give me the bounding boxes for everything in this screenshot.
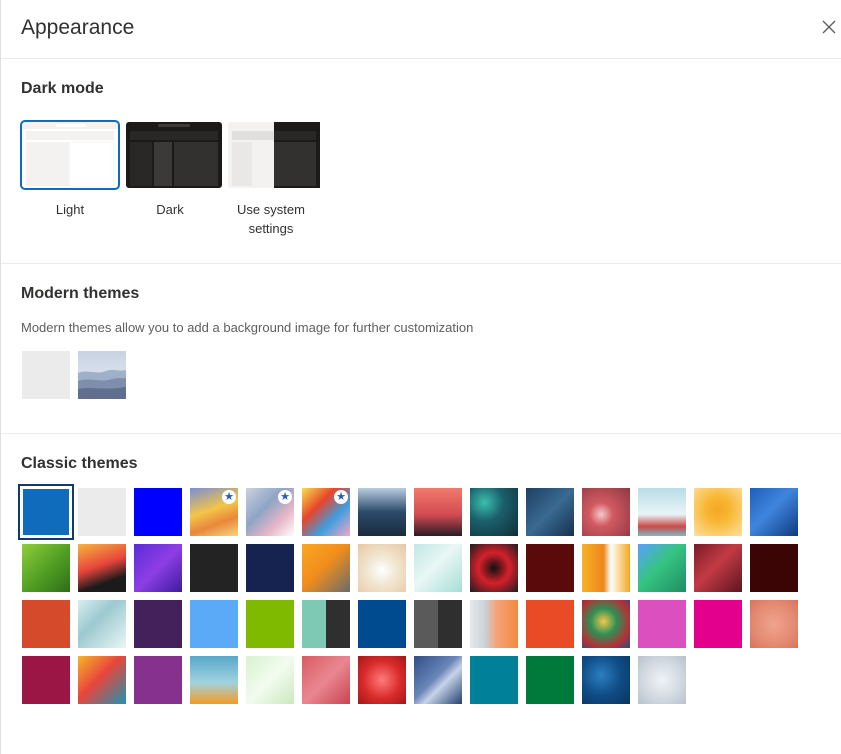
modern-theme-blank[interactable] [22,351,70,399]
classic-theme-tile[interactable] [470,544,518,592]
classic-theme-tile[interactable] [414,544,462,592]
classic-theme-tile[interactable] [134,544,182,592]
classic-theme-tile[interactable] [134,488,182,536]
classic-theme-tile[interactable] [78,544,126,592]
classic-theme-tile[interactable] [526,544,574,592]
classic-theme-tile[interactable] [638,600,686,648]
classic-theme-tile[interactable] [414,488,462,536]
classic-theme-tile[interactable] [302,656,350,704]
classic-theme-tile[interactable] [358,600,406,648]
dark-mode-preview-icon [126,122,222,188]
classic-theme-tile[interactable] [302,544,350,592]
appearance-panel: Appearance Dark mode Light Dark Use syst… [0,0,841,754]
classic-theme-tile[interactable] [470,488,518,536]
system-mode-label-line-2: settings [248,221,294,236]
dark-mode-option-system[interactable] [228,122,324,188]
classic-theme-tile[interactable] [190,600,238,648]
classic-theme-tile[interactable] [414,656,462,704]
classic-themes-title: Classic themes [21,455,138,472]
dark-mode-label: Dark [122,200,218,219]
classic-theme-tile[interactable] [694,488,742,536]
panel-title: Appearance [21,16,135,39]
classic-theme-tile[interactable] [750,600,798,648]
star-icon: ★ [334,490,348,504]
dark-mode-label-line: Dark [156,202,184,217]
classic-theme-tile[interactable] [638,656,686,704]
star-icon: ★ [222,490,236,504]
classic-theme-tile[interactable]: ★ [302,488,350,536]
modern-theme-landscape[interactable] [78,351,126,399]
panel-header: Appearance [1,0,841,59]
classic-theme-tile[interactable] [638,544,686,592]
classic-theme-tile[interactable] [638,488,686,536]
classic-theme-tile[interactable] [22,656,70,704]
classic-theme-tile[interactable] [358,544,406,592]
classic-theme-tile[interactable] [246,600,294,648]
light-mode-label: Light [22,200,118,219]
modern-themes-description: Modern themes allow you to add a backgro… [21,320,474,335]
classic-theme-tile[interactable] [358,488,406,536]
classic-theme-tile[interactable] [526,488,574,536]
classic-theme-tile[interactable] [190,656,238,704]
star-icon: ★ [278,490,292,504]
light-mode-preview-icon [22,122,118,188]
classic-theme-tile[interactable] [358,656,406,704]
system-mode-preview-icon [228,122,320,188]
classic-theme-tile[interactable] [18,484,74,540]
section-divider [1,263,841,264]
close-icon-svg [822,20,836,34]
classic-theme-tile[interactable] [78,600,126,648]
dark-mode-option-light[interactable] [20,120,120,190]
classic-theme-tile[interactable] [22,544,70,592]
classic-theme-tile[interactable]: ★ [246,488,294,536]
classic-theme-tile[interactable] [750,488,798,536]
classic-theme-tile[interactable] [414,600,462,648]
classic-theme-tile[interactable] [134,600,182,648]
system-mode-label-line-1: Use system [237,202,305,217]
section-divider [1,433,841,434]
classic-theme-tile[interactable] [78,656,126,704]
classic-theme-tile[interactable] [22,600,70,648]
landscape-thumbnail-icon [78,351,126,399]
classic-theme-tile[interactable] [582,656,630,704]
system-mode-label: Use system settings [223,200,319,238]
classic-theme-tile[interactable] [246,544,294,592]
classic-theme-tile[interactable] [526,656,574,704]
classic-theme-tile[interactable] [78,488,126,536]
classic-theme-tile[interactable] [526,600,574,648]
classic-theme-tile[interactable] [134,656,182,704]
classic-theme-tile[interactable] [582,488,630,536]
classic-theme-tile[interactable] [470,600,518,648]
classic-theme-tile[interactable] [246,656,294,704]
classic-theme-tile[interactable]: ★ [190,488,238,536]
classic-theme-tile[interactable] [694,600,742,648]
classic-theme-tile[interactable] [302,600,350,648]
dark-mode-option-dark[interactable] [126,122,222,188]
light-mode-label-line: Light [55,202,85,217]
classic-theme-tile[interactable] [190,544,238,592]
classic-theme-tile[interactable] [582,600,630,648]
classic-theme-tile[interactable] [750,544,798,592]
classic-theme-tile[interactable] [470,656,518,704]
dark-mode-title: Dark mode [21,80,104,97]
classic-theme-tile[interactable] [694,544,742,592]
close-icon[interactable] [819,17,839,37]
modern-themes-title: Modern themes [21,285,140,302]
classic-theme-tile[interactable] [582,544,630,592]
